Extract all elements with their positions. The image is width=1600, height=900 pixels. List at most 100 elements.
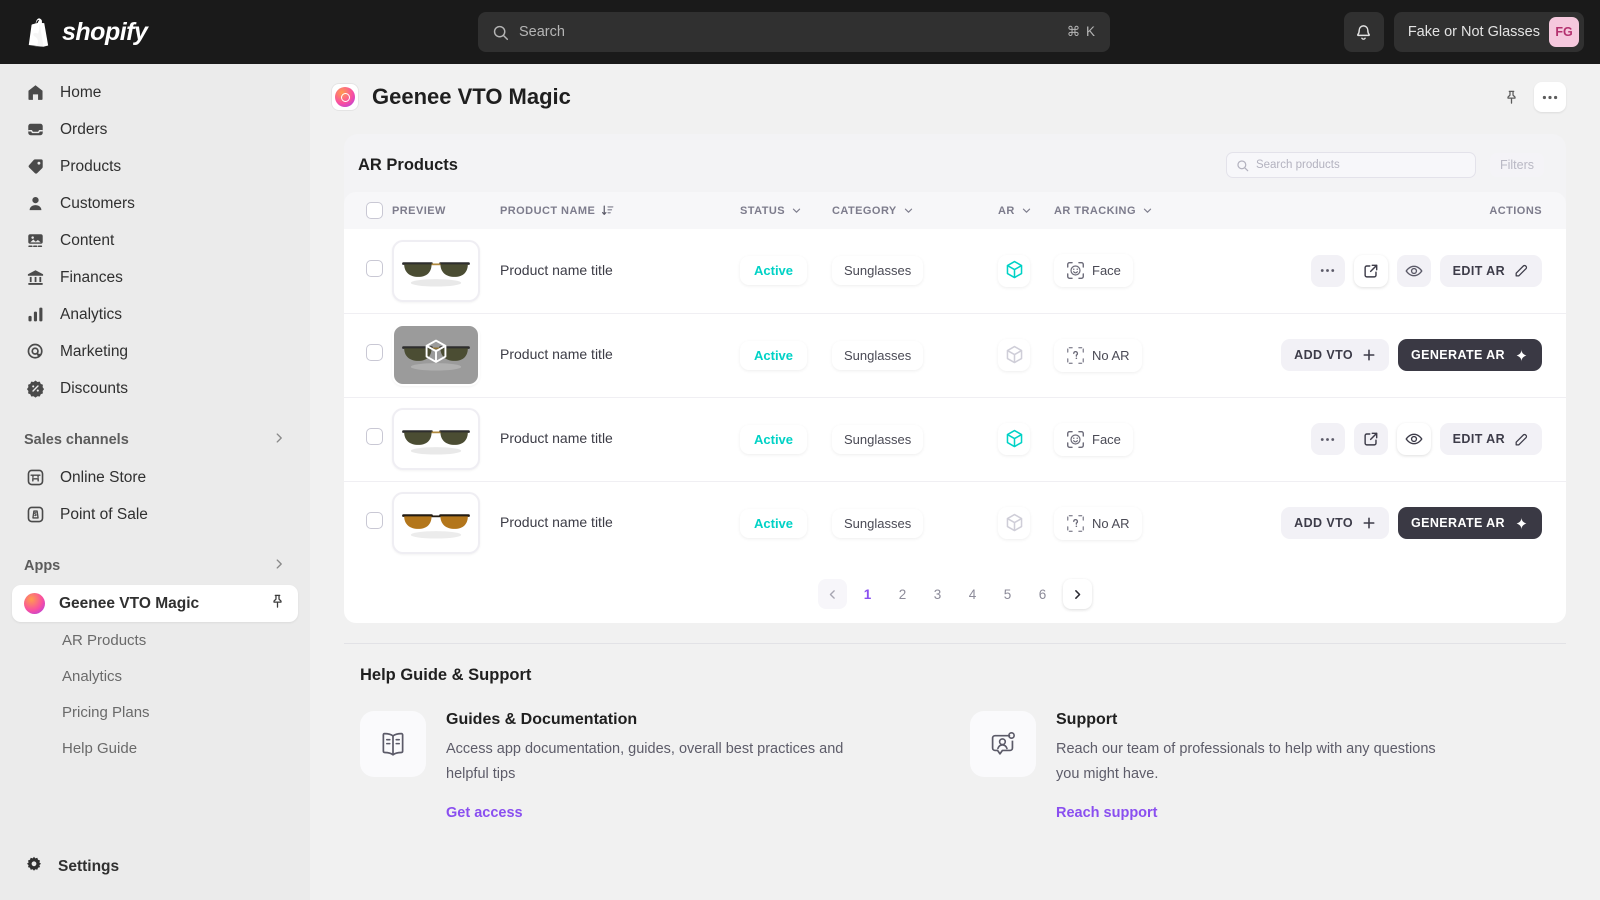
column-ar[interactable]: AR bbox=[998, 192, 1054, 229]
sidebar-item-home[interactable]: Home bbox=[12, 74, 298, 111]
select-all-checkbox[interactable] bbox=[366, 202, 383, 219]
sidebar-item-discounts[interactable]: Discounts bbox=[12, 370, 298, 407]
reach-support-link[interactable]: Reach support bbox=[1056, 805, 1158, 821]
eye-icon bbox=[1405, 432, 1423, 446]
sidebar-item-finances[interactable]: Finances bbox=[12, 259, 298, 296]
sidebar-item-analytics[interactable]: Analytics bbox=[12, 296, 298, 333]
ar-status-icon-wrap bbox=[998, 339, 1030, 371]
generate-ar-button[interactable]: GENERATE AR bbox=[1398, 507, 1542, 539]
row-select-cell[interactable] bbox=[344, 481, 392, 565]
product-thumbnail[interactable] bbox=[392, 408, 480, 470]
column-category[interactable]: CATEGORY bbox=[832, 192, 998, 229]
generate-ar-button[interactable]: GENERATE AR bbox=[1398, 339, 1542, 371]
pagination-page-3[interactable]: 3 bbox=[923, 579, 952, 609]
sidebar-subitem-ar-products[interactable]: AR Products bbox=[12, 622, 298, 658]
add-vto-button[interactable]: ADD VTO bbox=[1281, 507, 1389, 539]
sidebar-subitem-pricing-plans[interactable]: Pricing Plans bbox=[12, 694, 298, 730]
get-access-link[interactable]: Get access bbox=[446, 805, 523, 821]
column-preview: PREVIEW bbox=[392, 192, 500, 229]
global-search-input[interactable]: Search ⌘ K bbox=[478, 12, 1110, 52]
pin-icon[interactable] bbox=[1496, 82, 1526, 112]
page-title: Geenee VTO Magic bbox=[372, 84, 571, 110]
row-more-menu-button[interactable] bbox=[1311, 255, 1345, 287]
sidebar-subitem-label: Pricing Plans bbox=[62, 704, 150, 721]
pagination-page-6[interactable]: 6 bbox=[1028, 579, 1057, 609]
help-card-title: Support bbox=[1056, 711, 1456, 729]
sidebar-subitem-analytics[interactable]: Analytics bbox=[12, 658, 298, 694]
help-card-description: Reach our team of professionals to help … bbox=[1056, 737, 1456, 787]
help-card-guides[interactable]: Guides & Documentation Access app docume… bbox=[360, 711, 880, 822]
shopify-logo[interactable]: shopify bbox=[0, 17, 310, 47]
table-row[interactable]: Product name title Active Sunglasses bbox=[344, 313, 1566, 397]
cube-icon bbox=[1005, 260, 1024, 281]
sidebar-item-products[interactable]: Products bbox=[12, 148, 298, 185]
row-select-cell[interactable] bbox=[344, 397, 392, 481]
table-row[interactable]: Product name title Active Sunglasses bbox=[344, 397, 1566, 481]
status-badge: Active bbox=[740, 425, 807, 454]
filters-button[interactable]: Filters bbox=[1490, 153, 1544, 177]
pagination-next-button[interactable] bbox=[1063, 579, 1092, 609]
pagination-page-2[interactable]: 2 bbox=[888, 579, 917, 609]
sidebar-item-geenee-vto-magic[interactable]: Geenee VTO Magic bbox=[12, 585, 298, 622]
sidebar-item-customers[interactable]: Customers bbox=[12, 185, 298, 222]
pagination-page-5[interactable]: 5 bbox=[993, 579, 1022, 609]
table-row[interactable]: Product name title Active Sunglasses bbox=[344, 229, 1566, 313]
column-status[interactable]: STATUS bbox=[740, 192, 832, 229]
open-external-button[interactable] bbox=[1354, 255, 1388, 287]
notifications-button[interactable] bbox=[1344, 12, 1384, 52]
row-checkbox[interactable] bbox=[366, 344, 383, 361]
page-more-menu-button[interactable] bbox=[1534, 82, 1566, 112]
row-status-cell: Active bbox=[740, 229, 832, 313]
column-product-name[interactable]: PRODUCT NAME bbox=[500, 192, 740, 229]
chevron-down-icon bbox=[1142, 205, 1153, 216]
ar-products-table: PREVIEW PRODUCT NAME bbox=[344, 192, 1566, 565]
column-ar-tracking[interactable]: AR TRACKING bbox=[1054, 192, 1194, 229]
row-checkbox[interactable] bbox=[366, 512, 383, 529]
sunglasses-image bbox=[399, 254, 473, 288]
edit-ar-button[interactable]: EDIT AR bbox=[1440, 255, 1542, 287]
product-thumbnail[interactable] bbox=[392, 324, 480, 386]
apps-section-header[interactable]: Apps bbox=[12, 547, 298, 585]
sidebar-item-marketing[interactable]: Marketing bbox=[12, 333, 298, 370]
row-ar-cell bbox=[998, 313, 1054, 397]
sidebar-item-label: Products bbox=[60, 158, 121, 176]
sidebar-item-orders[interactable]: Orders bbox=[12, 111, 298, 148]
sidebar-item-label: Finances bbox=[60, 269, 123, 287]
open-external-button[interactable] bbox=[1354, 423, 1388, 455]
help-card-support[interactable]: Support Reach our team of professionals … bbox=[970, 711, 1490, 822]
tracking-badge: Face bbox=[1054, 254, 1133, 287]
sidebar-subitem-help-guide[interactable]: Help Guide bbox=[12, 730, 298, 766]
edit-ar-label: EDIT AR bbox=[1453, 264, 1505, 278]
preview-eye-button[interactable] bbox=[1397, 423, 1431, 455]
row-select-cell[interactable] bbox=[344, 229, 392, 313]
search-products-input[interactable]: Search products bbox=[1226, 152, 1476, 178]
product-thumbnail[interactable] bbox=[392, 492, 480, 554]
row-more-menu-button[interactable] bbox=[1311, 423, 1345, 455]
status-badge: Active bbox=[740, 256, 807, 285]
pagination-page-4[interactable]: 4 bbox=[958, 579, 987, 609]
row-select-cell[interactable] bbox=[344, 313, 392, 397]
sidebar-item-point-of-sale[interactable]: Point of Sale bbox=[12, 496, 298, 533]
row-checkbox[interactable] bbox=[366, 260, 383, 277]
pin-icon[interactable] bbox=[269, 593, 286, 615]
edit-ar-button[interactable]: EDIT AR bbox=[1440, 423, 1542, 455]
sidebar-item-content[interactable]: Content bbox=[12, 222, 298, 259]
sidebar-item-online-store[interactable]: Online Store bbox=[12, 459, 298, 496]
row-actions-cell: EDIT AR bbox=[1194, 229, 1566, 313]
product-thumbnail[interactable] bbox=[392, 240, 480, 302]
shopify-admin-app: shopify Search ⌘ K Fake or Not Glasses F… bbox=[0, 0, 1600, 900]
row-category-cell: Sunglasses bbox=[832, 313, 998, 397]
pagination-page-1[interactable]: 1 bbox=[853, 579, 882, 609]
table-row[interactable]: Product name title Active Sunglasses bbox=[344, 481, 1566, 565]
sidebar-item-settings[interactable]: Settings bbox=[12, 844, 298, 890]
column-select[interactable] bbox=[344, 192, 392, 229]
row-checkbox[interactable] bbox=[366, 428, 383, 445]
store-account-button[interactable]: Fake or Not Glasses FG bbox=[1394, 12, 1584, 52]
pagination-prev-button[interactable] bbox=[818, 579, 847, 609]
sales-channels-section-header[interactable]: Sales channels bbox=[12, 421, 298, 459]
column-ar-label: AR bbox=[998, 205, 1015, 217]
add-vto-button[interactable]: ADD VTO bbox=[1281, 339, 1389, 371]
row-actions-cell: EDIT AR bbox=[1194, 397, 1566, 481]
preview-eye-button[interactable] bbox=[1397, 255, 1431, 287]
row-preview-cell bbox=[392, 313, 500, 397]
